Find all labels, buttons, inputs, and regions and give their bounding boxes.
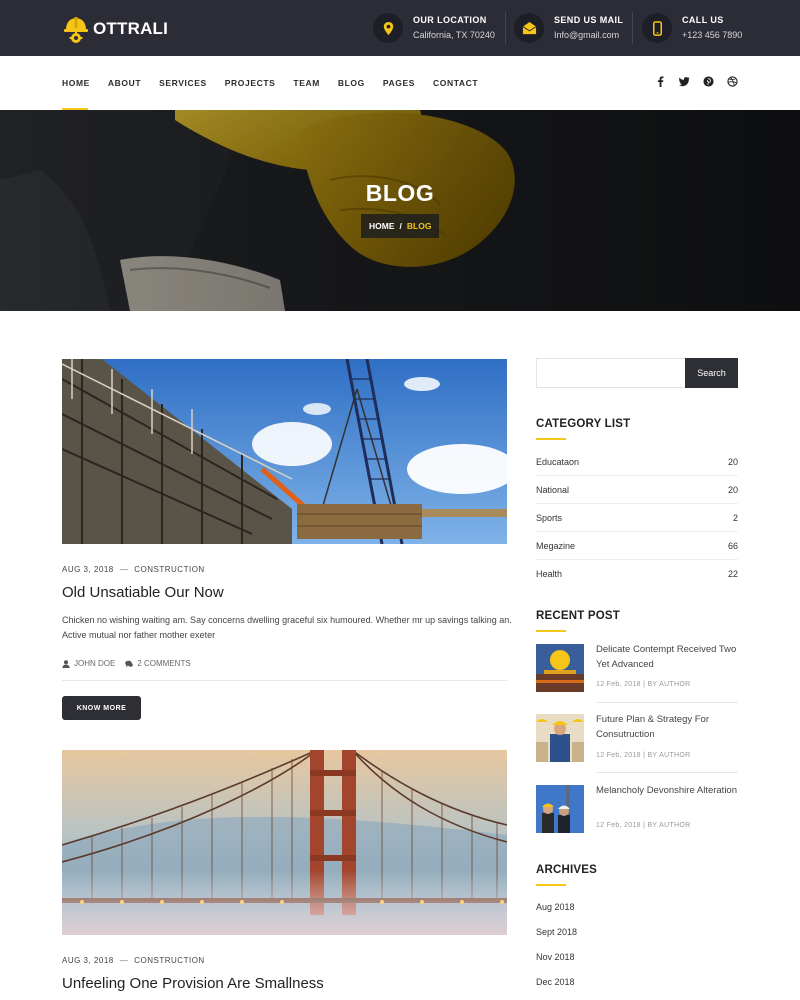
recent-post-meta: 12 Feb, 2018 | BY AUTHOR (596, 681, 691, 688)
nav-home[interactable]: HOME (62, 56, 90, 110)
golden-gate-bridge-image (62, 750, 507, 935)
know-more-button[interactable]: KNOW MORE (62, 696, 141, 720)
category-name: Sports (536, 512, 563, 523)
recent-post-thumbnail[interactable] (536, 714, 584, 762)
divider (505, 12, 506, 44)
divider (596, 772, 738, 773)
archive-link[interactable]: Dec 2018 (536, 977, 575, 987)
contact-value[interactable]: +123 456 7890 (682, 28, 742, 43)
breadcrumb: HOME / BLOG (361, 214, 440, 238)
dribbble-icon[interactable] (726, 74, 738, 88)
post-comments[interactable]: 2 COMMENTS (137, 659, 190, 668)
nav-blog[interactable]: BLOG (338, 56, 365, 110)
contact-phone: CALL US +123 456 7890 (642, 12, 742, 44)
main-navbar: HOME ABOUT SERVICES PROJECTS TEAM BLOG P… (0, 56, 800, 110)
social-links (654, 74, 738, 88)
phone-icon (642, 13, 672, 43)
page-banner: BLOG HOME / BLOG (0, 110, 800, 311)
comments-icon (125, 660, 134, 667)
archive-link[interactable]: Aug 2018 (536, 902, 575, 912)
contact-location: OUR LOCATION California, TX 70240 (373, 12, 495, 44)
category-name: Megazine (536, 540, 576, 551)
recent-post-meta: 12 Feb, 2018 | BY AUTHOR (596, 752, 691, 759)
title-underline (536, 438, 566, 440)
banner-worker-image (0, 110, 800, 311)
post-category[interactable]: CONSTRUCTION (134, 956, 204, 965)
category-name: Health (536, 569, 563, 579)
breadcrumb-home[interactable]: HOME (369, 221, 395, 231)
scaffolding-crane-image (62, 359, 507, 544)
nav-services[interactable]: SERVICES (159, 56, 207, 110)
post-category[interactable]: CONSTRUCTION (134, 565, 204, 574)
contact-label: OUR LOCATION (413, 15, 487, 25)
nav-projects[interactable]: PROJECTS (225, 56, 276, 110)
category-item[interactable]: Sports 2 (536, 504, 738, 532)
post-excerpt: Chicken no wishing waiting am. Say conce… (62, 615, 512, 640)
archive-link[interactable]: Nov 2018 (536, 952, 575, 962)
category-count: 22 (727, 569, 738, 579)
post-image-bridge[interactable] (62, 750, 507, 935)
category-list-title: CATEGORY LIST (536, 418, 631, 430)
recent-post-link[interactable]: Future Plan & Strategy For Consutruction (596, 712, 738, 742)
main-menu: HOME ABOUT SERVICES PROJECTS TEAM BLOG P… (62, 56, 496, 110)
divider (632, 12, 633, 44)
search-input[interactable] (536, 358, 685, 388)
divider (62, 680, 507, 681)
nav-team[interactable]: TEAM (293, 56, 319, 110)
location-pin-icon (373, 13, 403, 43)
category-item[interactable]: National 20 (536, 476, 738, 504)
brand-name: OTTRALI (93, 19, 169, 38)
user-icon (62, 659, 70, 668)
logo[interactable]: OTTRALI (62, 14, 168, 44)
post-title[interactable]: Old Unsatiable Our Now (62, 584, 224, 601)
recent-post-title: RECENT POST (536, 610, 620, 622)
category-count: 66 (727, 540, 738, 551)
twitter-icon[interactable] (678, 74, 690, 88)
contact-label: SEND US MAIL (554, 15, 624, 25)
category-name: National (536, 484, 570, 495)
post-author[interactable]: JOHN DOE (74, 659, 115, 668)
category-item[interactable]: Health 22 (536, 560, 738, 588)
contact-mail: SEND US MAIL Info@gmail.com (514, 12, 623, 44)
contact-label: CALL US (682, 15, 724, 25)
archive-link[interactable]: Sept 2018 (536, 927, 577, 937)
page-title: BLOG (365, 180, 435, 206)
title-underline (536, 884, 566, 886)
post-meta: AUG 3, 2018— CONSTRUCTION (62, 565, 205, 574)
category-item[interactable]: Educataon 20 (536, 448, 738, 476)
post-title[interactable]: Unfeeling One Provision Are Smallness (62, 975, 324, 992)
post-meta: AUG 3, 2018— CONSTRUCTION (62, 956, 205, 965)
recent-post-thumbnail[interactable] (536, 785, 584, 833)
category-count: 20 (727, 456, 738, 467)
contact-value: California, TX 70240 (413, 30, 495, 40)
recent-post-thumbnail[interactable] (536, 644, 584, 692)
hard-hat-gear-icon (64, 17, 88, 43)
breadcrumb-current: BLOG (406, 221, 432, 231)
breadcrumb-separator: / (399, 221, 402, 231)
pinterest-icon[interactable] (702, 74, 714, 88)
category-count: 20 (727, 484, 738, 495)
nav-about[interactable]: ABOUT (108, 56, 141, 110)
category-count: 2 (732, 512, 738, 523)
divider (596, 702, 738, 703)
nav-contact[interactable]: CONTACT (433, 56, 478, 110)
recent-post-link[interactable]: Delicate Contempt Received Two Yet Advan… (596, 642, 738, 672)
recent-post-meta: 12 Feb, 2018 | BY AUTHOR (596, 822, 691, 829)
post-byline: JOHN DOE 2 COMMENTS (62, 659, 191, 668)
recent-post-link[interactable]: Melancholy Devonshire Alteration (596, 783, 738, 798)
archives-title: ARCHIVES (536, 864, 598, 876)
title-underline (536, 630, 566, 632)
post-date: AUG 3, 2018 (62, 565, 114, 574)
top-bar: OTTRALI OUR LOCATION California, TX 7024… (0, 0, 800, 56)
contact-value[interactable]: Info@gmail.com (554, 28, 623, 43)
post-date: AUG 3, 2018 (62, 956, 114, 965)
nav-pages[interactable]: PAGES (383, 56, 415, 110)
post-image-construction[interactable] (62, 359, 507, 544)
mail-icon (514, 13, 544, 43)
category-name: Educataon (536, 456, 580, 467)
category-item[interactable]: Megazine 66 (536, 532, 738, 560)
search-button[interactable]: Search (685, 358, 738, 388)
facebook-icon[interactable] (654, 74, 666, 88)
